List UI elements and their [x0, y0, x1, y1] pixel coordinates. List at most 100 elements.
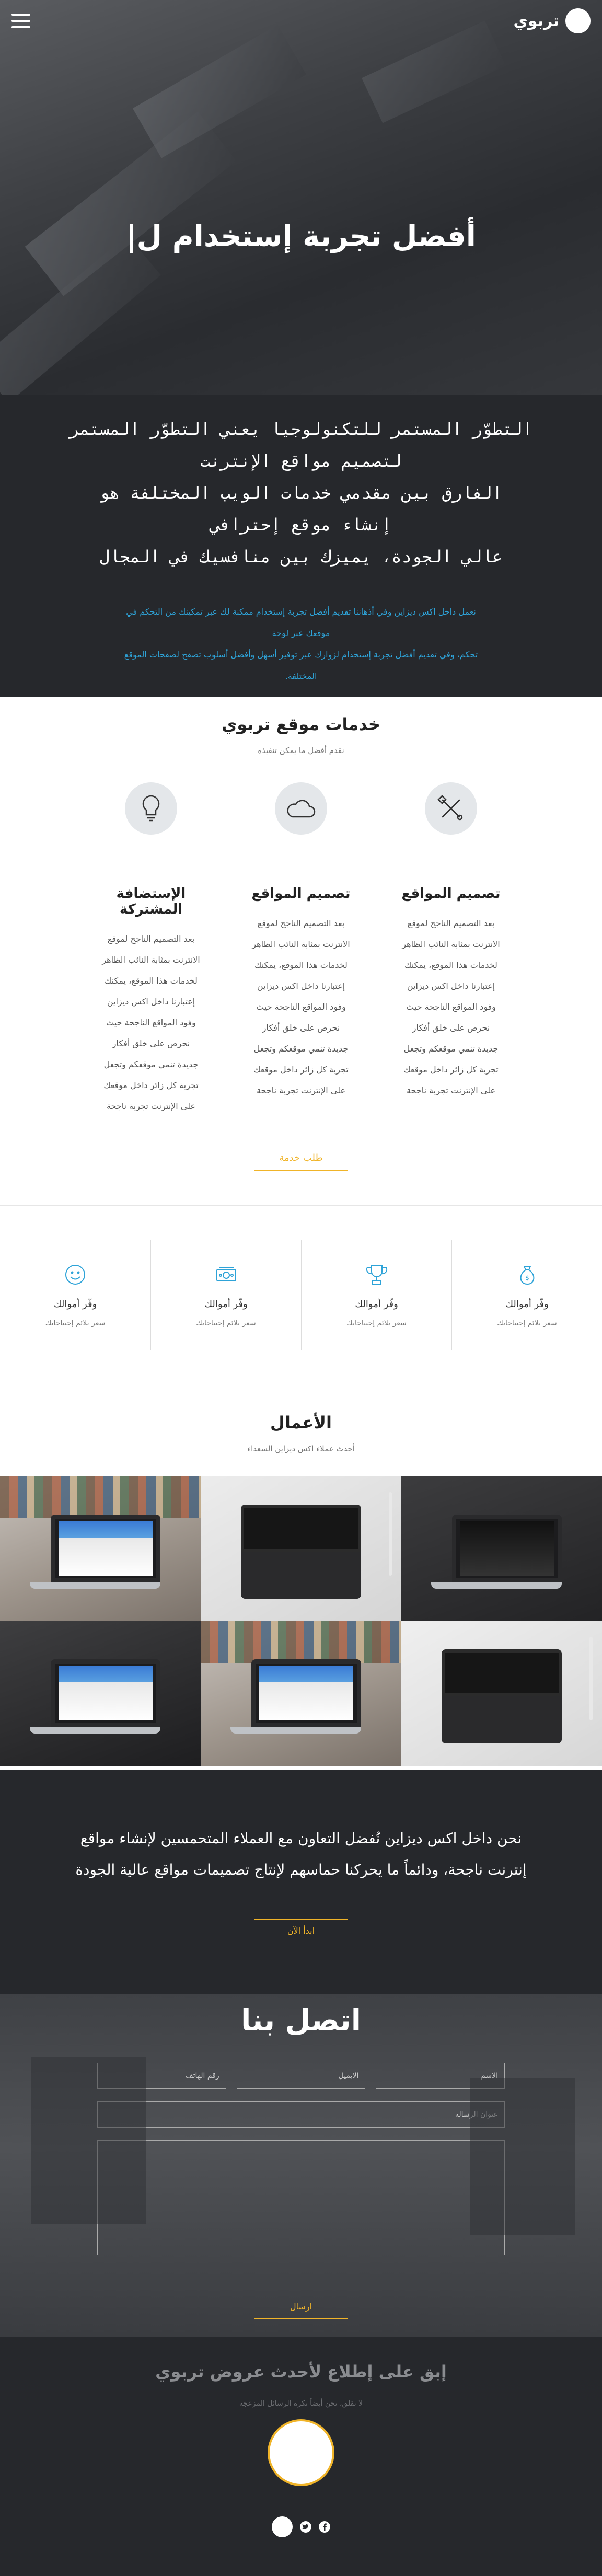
feature-item: وفّر أموالك سعر يلائم إحتياجاتك: [301, 1240, 452, 1350]
portfolio-item[interactable]: [401, 1621, 602, 1766]
feature-subtitle: سعر يلائم إحتياجاتك: [497, 1319, 557, 1327]
logo-circle-icon: [565, 8, 591, 33]
portfolio-item[interactable]: [201, 1621, 401, 1766]
svg-text:$: $: [525, 1274, 529, 1281]
message-textarea[interactable]: [97, 2140, 505, 2255]
intro-line: لتصميم مواقع الإنترنت: [200, 451, 402, 471]
portfolio-item[interactable]: [401, 1476, 602, 1621]
hamburger-menu-icon[interactable]: [11, 14, 30, 28]
service-card: الإستضافة المشتركة بعد التصميم الناجح لم…: [92, 782, 210, 1117]
service-body-line: الانترنت بمثابة النائب الظاهر: [102, 955, 200, 965]
service-body-line: جديدة تنمي موقعكم وتجعل: [103, 1059, 199, 1069]
service-title: تصميم المواقع: [251, 886, 351, 902]
feature-subtitle: سعر يلائم إحتياجاتك: [346, 1319, 407, 1327]
feature-subtitle: سعر يلائم إحتياجاتك: [45, 1319, 106, 1327]
lightbulb-icon: [125, 782, 177, 835]
services-row: تصميم المواقع بعد التصميم الناجح لموقع ا…: [0, 782, 602, 1117]
service-body-line: لخدمات هذا الموقع، يمكنك: [254, 960, 348, 970]
feature-title: وفّر أموالك: [204, 1299, 248, 1310]
hero-title: أفضل تجربة إستخدام ل|: [126, 220, 476, 253]
send-button[interactable]: ارسال: [254, 2295, 348, 2319]
smiley-icon: [65, 1265, 85, 1285]
service-body-line: وفود المواقع الناجحة حيث: [406, 1002, 496, 1012]
intro-subtext: نعمل داخل اكس ديزاين وفي أذهاننا تقديم أ…: [0, 601, 602, 687]
footer-title: إبق على إطلاع لأحدث عروض تربوي: [155, 2362, 447, 2382]
intro-section: التطوّر المستمر للتكنولوجيا يعني التطوّر…: [0, 395, 602, 697]
service-body-line: بعد التصميم الناجح لموقع: [257, 918, 345, 928]
tools-icon: [425, 782, 477, 835]
portfolio-item[interactable]: [0, 1476, 201, 1621]
cloud-icon: [275, 782, 327, 835]
intro-sub-line: تحكم، وفي تقديم أفضل تجربة إستخدام لزوار…: [124, 650, 478, 660]
facebook-icon[interactable]: [319, 2521, 330, 2533]
intro-line: التطوّر المستمر للتكنولوجيا يعني التطوّر…: [69, 419, 533, 439]
laptop-image: [30, 1659, 160, 1734]
feature-title: وفّر أموالك: [53, 1299, 97, 1310]
cta-section: نحن داخل اكس ديزاين نُفضل التعاون مع الع…: [0, 1770, 602, 1994]
service-body-line: إعتبارنا داخل اكس ديزاين: [107, 997, 195, 1007]
service-body-line: تجربة كل زائر داخل موقعك: [253, 1065, 349, 1075]
social-icon[interactable]: [272, 2516, 293, 2537]
service-body-line: جديدة تنمي موقعكم وتجعل: [403, 1044, 499, 1054]
footer-subtitle: لا تقلق، نحن أيضاً نكره الرسائل المزعجة: [239, 2399, 363, 2408]
works-title: الأعمال: [270, 1413, 332, 1433]
subscribe-circle[interactable]: [268, 2419, 334, 2486]
feature-subtitle: سعر يلائم إحتياجاتك: [196, 1319, 256, 1327]
service-body: بعد التصميم الناجح لموقع الانترنت بمثابة…: [392, 913, 510, 1101]
service-body: بعد التصميم الناجح لموقع الانترنت بمثابة…: [92, 929, 210, 1117]
intro-text: التطوّر المستمر للتكنولوجيا يعني التطوّر…: [0, 413, 602, 573]
service-body-line: نحرص على خلق أفكار: [262, 1023, 340, 1033]
service-body-line: جديدة تنمي موقعكم وتجعل: [253, 1044, 349, 1054]
money-bag-icon: $: [520, 1266, 534, 1285]
hero-section: تربوي أفضل تجربة إستخدام ل|: [0, 0, 602, 395]
service-body-line: الانترنت بمثابة النائب الظاهر: [252, 939, 350, 949]
cta-line: نحن داخل اكس ديزاين نُفضل التعاون مع الع…: [80, 1830, 522, 1847]
service-body-line: لخدمات هذا الموقع، يمكنك: [404, 960, 497, 970]
laptop-image: [30, 1515, 160, 1589]
hero-bg-shape: [132, 25, 307, 158]
laptop-image: [230, 1659, 361, 1734]
services-subtitle: نقدم أفضل ما يمكن تنفيذه: [258, 746, 344, 755]
site-logo[interactable]: تربوي: [514, 8, 591, 33]
service-body-line: وفود المواقع الناجحة حيث: [106, 1018, 196, 1027]
twitter-icon[interactable]: [300, 2521, 311, 2533]
service-body-line: إعتبارنا داخل اكس ديزاين: [407, 981, 495, 991]
trophy-icon: [366, 1265, 387, 1285]
intro-line: عالي الجودة، يميزك بين منافسيك في المجال: [99, 547, 503, 567]
request-service-button[interactable]: طلب خدمة: [254, 1146, 348, 1171]
works-subtitle: أحدث عملاء اكس ديزاين السعداء: [247, 1444, 355, 1453]
services-title: خدمات موقع تربوي: [222, 714, 380, 734]
feature-item: وفّر أموالك سعر يلائم إحتياجاتك: [150, 1240, 301, 1350]
contact-section: اتصل بنا الاسم الايميل رقم الهاتف عنوان …: [0, 1994, 602, 2337]
feature-title: وفّر أموالك: [355, 1299, 398, 1310]
service-body-line: بعد التصميم الناجح لموقع: [107, 934, 195, 944]
service-body: بعد التصميم الناجح لموقع الانترنت بمثابة…: [242, 913, 360, 1101]
contact-title: اتصل بنا: [241, 2004, 361, 2038]
tablet-image: [442, 1649, 562, 1744]
service-body-line: تجربة كل زائر داخل موقعك: [103, 1080, 199, 1090]
subject-field[interactable]: عنوان الرسالة: [97, 2101, 505, 2128]
contact-form: الاسم الايميل رقم الهاتف عنوان الرسالة: [97, 2063, 505, 2255]
service-body-line: إعتبارنا داخل اكس ديزاين: [257, 981, 345, 991]
service-body-line: على الإنترنت تجربة ناجحة: [256, 1085, 346, 1095]
service-body-line: على الإنترنت تجربة ناجحة: [406, 1085, 496, 1095]
works-section: الأعمال أحدث عملاء اكس ديزاين السعداء: [0, 1384, 602, 1770]
service-body-line: وفود المواقع الناجحة حيث: [256, 1002, 346, 1012]
portfolio-item[interactable]: [0, 1621, 201, 1766]
laptop-image: [431, 1515, 562, 1589]
footer: إبق على إطلاع لأحدث عروض تربوي لا تقلق، …: [0, 2337, 602, 2576]
portfolio-item[interactable]: [201, 1476, 401, 1621]
portfolio-grid: [0, 1476, 602, 1766]
cash-icon: [216, 1267, 236, 1281]
cta-line: إنترنت ناجحة، ودائماً ما يحركنا حماسهم ل…: [75, 1861, 527, 1878]
service-card: تصميم المواقع بعد التصميم الناجح لموقع ا…: [392, 782, 510, 1117]
feature-item: $ وفّر أموالك سعر يلائم إحتياجاتك: [452, 1240, 602, 1350]
feature-title: وفّر أموالك: [505, 1299, 549, 1310]
service-body-line: على الإنترنت تجربة ناجحة: [106, 1101, 196, 1111]
bookshelf-image: [201, 1621, 401, 1663]
email-field[interactable]: الايميل: [236, 2063, 366, 2089]
bookshelf-image: [0, 1476, 201, 1518]
intro-line: إنشاء موقع إحترافي: [210, 515, 392, 535]
start-now-button[interactable]: ابدأ الآن: [254, 1919, 348, 1943]
service-body-line: نحرص على خلق أفكار: [412, 1023, 490, 1033]
